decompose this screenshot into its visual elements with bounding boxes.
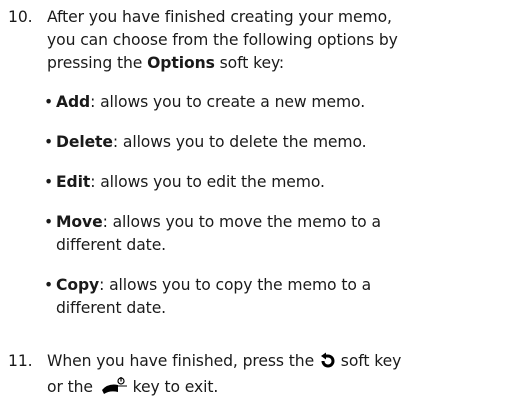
bullet-dot: •	[44, 173, 54, 191]
step-10-line-1: After you have finished creating your me…	[47, 8, 392, 26]
option-desc: : allows you to copy the memo to a	[99, 276, 372, 294]
option-term: Delete	[56, 133, 113, 151]
step-11-line-2: or the key to exit.	[47, 376, 517, 402]
option-desc: : allows you to edit the memo.	[90, 173, 325, 191]
option-desc: : allows you to delete the memo.	[112, 133, 367, 151]
option-desc-cont: different date.	[56, 236, 167, 254]
option-term: Copy	[56, 276, 100, 294]
bullet-dot: •	[44, 133, 54, 151]
option-term: Edit	[56, 173, 91, 191]
bullet-dot: •	[44, 276, 54, 294]
step-number: 10.	[8, 8, 33, 26]
bullet-dot: •	[44, 93, 54, 111]
step-10-text: After you have finished creating your me…	[47, 6, 517, 75]
step-11-line-1: When you have finished, press the soft k…	[47, 350, 517, 376]
options-softkey-label: Options	[147, 54, 215, 72]
option-desc: : allows you to move the memo to a	[102, 213, 381, 231]
bullet-dot: •	[44, 213, 54, 231]
step-number: 11.	[8, 352, 33, 370]
option-term: Add	[56, 93, 91, 111]
end-power-key-icon	[98, 377, 128, 402]
option-desc-cont: different date.	[56, 299, 167, 317]
step-10-line-2: you can choose from the following option…	[47, 31, 398, 49]
step-11-text: When you have finished, press the soft k…	[47, 350, 517, 402]
back-arrow-icon	[319, 352, 336, 376]
memo-instructions-page: { "step10": { "number": "10.", "line1": …	[0, 0, 520, 396]
option-term: Move	[56, 213, 103, 231]
step-10-line-3: pressing the Options soft key:	[47, 54, 285, 72]
option-desc: : allows you to create a new memo.	[90, 93, 366, 111]
